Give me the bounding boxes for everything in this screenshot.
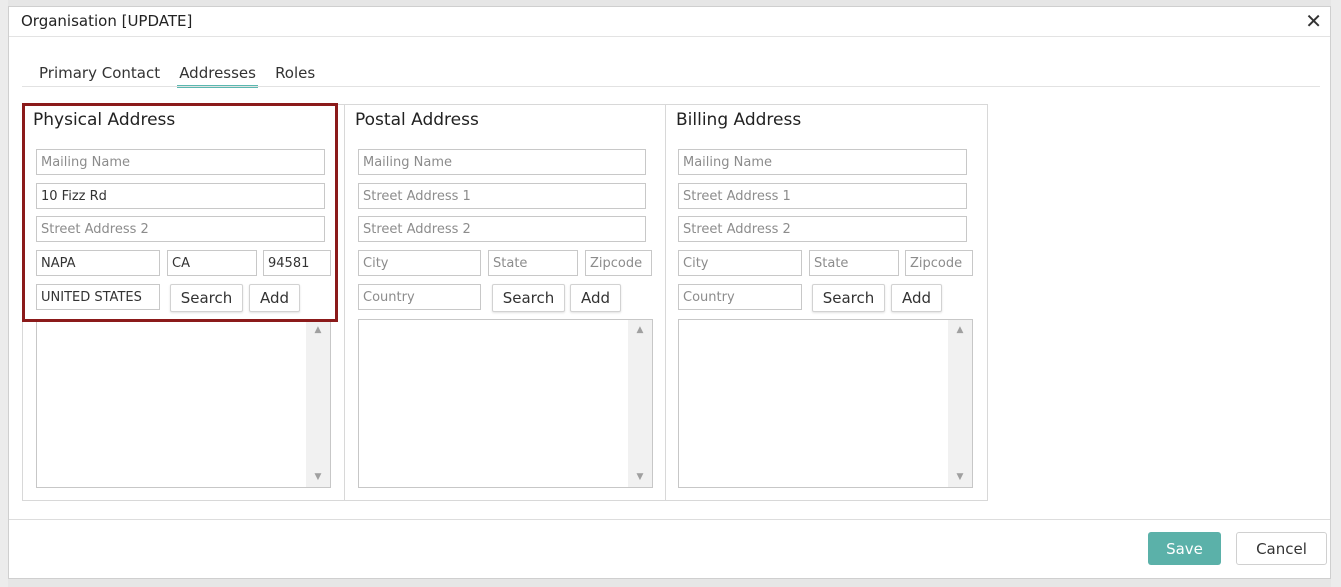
scroll-down-icon[interactable]: ▼ xyxy=(948,467,972,487)
physical-address-list[interactable]: ▲ ▼ xyxy=(36,319,331,488)
dialog-title: Organisation [UPDATE] xyxy=(21,12,193,30)
postal-address-title: Postal Address xyxy=(355,110,479,130)
billing-address-section: Billing Address Search Add ▲ ▼ xyxy=(665,105,987,500)
billing-address-list[interactable]: ▲ ▼ xyxy=(678,319,973,488)
physical-list-scrollbar[interactable] xyxy=(306,320,330,487)
billing-street1-input[interactable] xyxy=(678,183,967,209)
organisation-dialog: Organisation [UPDATE] ✕ Primary Contact … xyxy=(8,6,1331,579)
physical-search-button[interactable]: Search xyxy=(170,284,243,312)
footer-divider xyxy=(9,519,1330,520)
scroll-down-icon[interactable]: ▼ xyxy=(628,467,652,487)
billing-list-scrollbar[interactable] xyxy=(948,320,972,487)
physical-city-input[interactable] xyxy=(36,250,160,276)
tab-primary-contact[interactable]: Primary Contact xyxy=(37,64,162,85)
postal-address-section: Postal Address Search Add ▲ ▼ xyxy=(344,105,665,500)
postal-mailing-name-input[interactable] xyxy=(358,149,646,175)
billing-add-button[interactable]: Add xyxy=(891,284,942,312)
scroll-up-icon[interactable]: ▲ xyxy=(628,320,652,340)
postal-add-button[interactable]: Add xyxy=(570,284,621,312)
postal-country-input[interactable] xyxy=(358,284,481,310)
physical-country-input[interactable] xyxy=(36,284,160,310)
billing-search-button[interactable]: Search xyxy=(812,284,885,312)
billing-country-input[interactable] xyxy=(678,284,802,310)
scroll-down-icon[interactable]: ▼ xyxy=(306,467,330,487)
physical-address-section: Physical Address Search Add ▲ ▼ xyxy=(23,105,344,500)
postal-state-input[interactable] xyxy=(488,250,578,276)
postal-search-button[interactable]: Search xyxy=(492,284,565,312)
physical-street2-input[interactable] xyxy=(36,216,325,242)
addresses-panel: Physical Address Search Add ▲ ▼ Postal A… xyxy=(22,104,988,501)
billing-state-input[interactable] xyxy=(809,250,899,276)
tab-divider xyxy=(22,86,1320,87)
physical-address-title: Physical Address xyxy=(33,110,176,130)
dialog-titlebar: Organisation [UPDATE] ✕ xyxy=(9,7,1330,37)
postal-street2-input[interactable] xyxy=(358,216,646,242)
physical-add-button[interactable]: Add xyxy=(249,284,300,312)
postal-list-scrollbar[interactable] xyxy=(628,320,652,487)
save-button[interactable]: Save xyxy=(1148,532,1221,565)
physical-mailing-name-input[interactable] xyxy=(36,149,325,175)
postal-street1-input[interactable] xyxy=(358,183,646,209)
billing-zipcode-input[interactable] xyxy=(905,250,973,276)
billing-mailing-name-input[interactable] xyxy=(678,149,967,175)
physical-state-input[interactable] xyxy=(167,250,257,276)
physical-zipcode-input[interactable] xyxy=(263,250,331,276)
scroll-up-icon[interactable]: ▲ xyxy=(948,320,972,340)
postal-city-input[interactable] xyxy=(358,250,481,276)
billing-city-input[interactable] xyxy=(678,250,802,276)
tab-bar: Primary Contact Addresses Roles xyxy=(37,63,327,88)
postal-zipcode-input[interactable] xyxy=(585,250,652,276)
background-page-left xyxy=(0,0,8,587)
physical-street1-input[interactable] xyxy=(36,183,325,209)
postal-address-list[interactable]: ▲ ▼ xyxy=(358,319,653,488)
cancel-button[interactable]: Cancel xyxy=(1236,532,1327,565)
close-icon[interactable]: ✕ xyxy=(1305,11,1322,31)
billing-address-title: Billing Address xyxy=(676,110,802,130)
tab-addresses[interactable]: Addresses xyxy=(177,64,258,88)
background-page-right xyxy=(1331,0,1341,587)
tab-roles[interactable]: Roles xyxy=(273,64,317,85)
billing-street2-input[interactable] xyxy=(678,216,967,242)
scroll-up-icon[interactable]: ▲ xyxy=(306,320,330,340)
